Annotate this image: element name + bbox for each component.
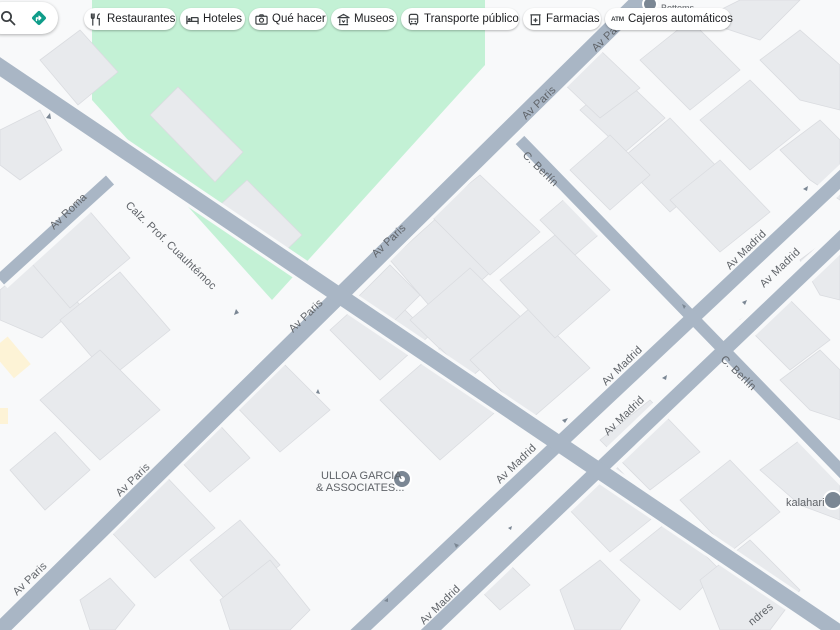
chip-que-hacer[interactable]: Qué hacer [249,8,327,30]
chip-label: Hoteles [203,13,242,25]
poi-label: kalahari [786,497,825,509]
camera-icon [255,12,268,26]
chip-label: Farmacias [546,13,600,25]
chip-label: Restaurantes [107,13,176,25]
map-canvas[interactable]: Av Paris Av Paris Av Paris Av Paris Av P… [0,0,840,630]
chip-hoteles[interactable]: Hoteles [180,8,245,30]
fork-knife-icon [90,12,103,26]
poi-label-line2: & ASSOCIATES... [316,482,404,494]
museum-pin-icon [823,490,840,510]
chip-label: Qué hacer [272,13,326,25]
poi-ulloa-garcia[interactable]: ULLOA GARCIA & ASSOCIATES... [316,469,412,494]
atm-icon: ATM [611,15,624,23]
chip-label: Museos [354,13,395,25]
chip-transporte-publico[interactable]: Transporte público [401,8,519,30]
bus-icon [407,12,420,26]
poi-label-line1: ULLOA GARCIA [321,470,402,482]
directions-icon[interactable] [30,9,48,27]
chip-label: Cajeros automáticos [628,13,733,25]
chip-cajeros-automaticos[interactable]: ATM Cajeros automáticos [605,8,733,30]
chip-restaurantes[interactable]: Restaurantes [84,8,176,30]
search-box[interactable] [0,2,58,34]
yellow-area [0,408,8,424]
chip-farmacias[interactable]: Farmacias [523,8,601,30]
chip-museos[interactable]: Museos [331,8,397,30]
bed-icon [186,12,199,26]
pharmacy-icon [529,12,542,26]
search-icon[interactable] [0,10,16,26]
top-bar: Restaurantes Hoteles Qué hacer Museos Tr… [0,0,840,38]
chip-label: Transporte público [424,13,519,25]
museum-icon [337,12,350,26]
